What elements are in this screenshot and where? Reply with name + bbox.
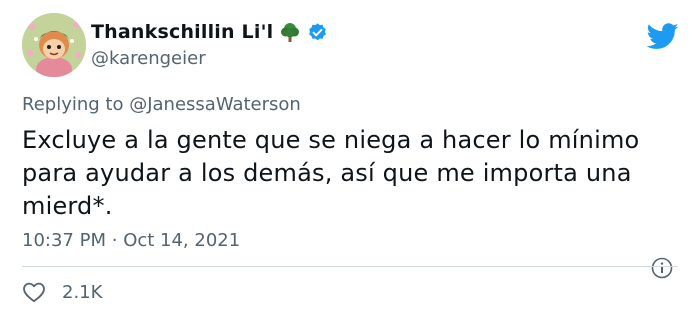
tweet-time: 10:37 PM: [22, 230, 106, 251]
engagement-stats: 2.1K: [22, 281, 102, 303]
info-icon[interactable]: [651, 257, 673, 279]
author-block: Thankschillin Li'l @karengeier: [91, 18, 328, 69]
avatar[interactable]: [22, 13, 86, 77]
reply-mention-link[interactable]: @JanessaWaterson: [129, 94, 301, 115]
avatar-image: [22, 13, 86, 77]
like-count: 2.1K: [62, 281, 103, 303]
user-handle[interactable]: @karengeier: [91, 48, 328, 69]
meta-separator: ·: [111, 230, 118, 251]
tweet-text: Excluye a la gente que se niega a hacer …: [22, 126, 640, 220]
twitter-bird-icon[interactable]: [646, 23, 679, 50]
tweet-card: Thankschillin Li'l @karengeier Replying …: [0, 0, 700, 319]
tweet-timestamp[interactable]: 10:37 PM · Oct 14, 2021: [22, 230, 240, 251]
replying-to-label: Replying to: [22, 94, 124, 115]
divider: [22, 266, 678, 267]
tree-icon: [279, 21, 301, 43]
tweet-date: Oct 14, 2021: [123, 230, 241, 251]
verified-badge-icon: [307, 22, 328, 43]
heart-icon[interactable]: [22, 281, 46, 303]
replying-to-line: Replying to @JanessaWaterson: [22, 94, 301, 115]
display-name[interactable]: Thankschillin Li'l: [91, 21, 273, 43]
